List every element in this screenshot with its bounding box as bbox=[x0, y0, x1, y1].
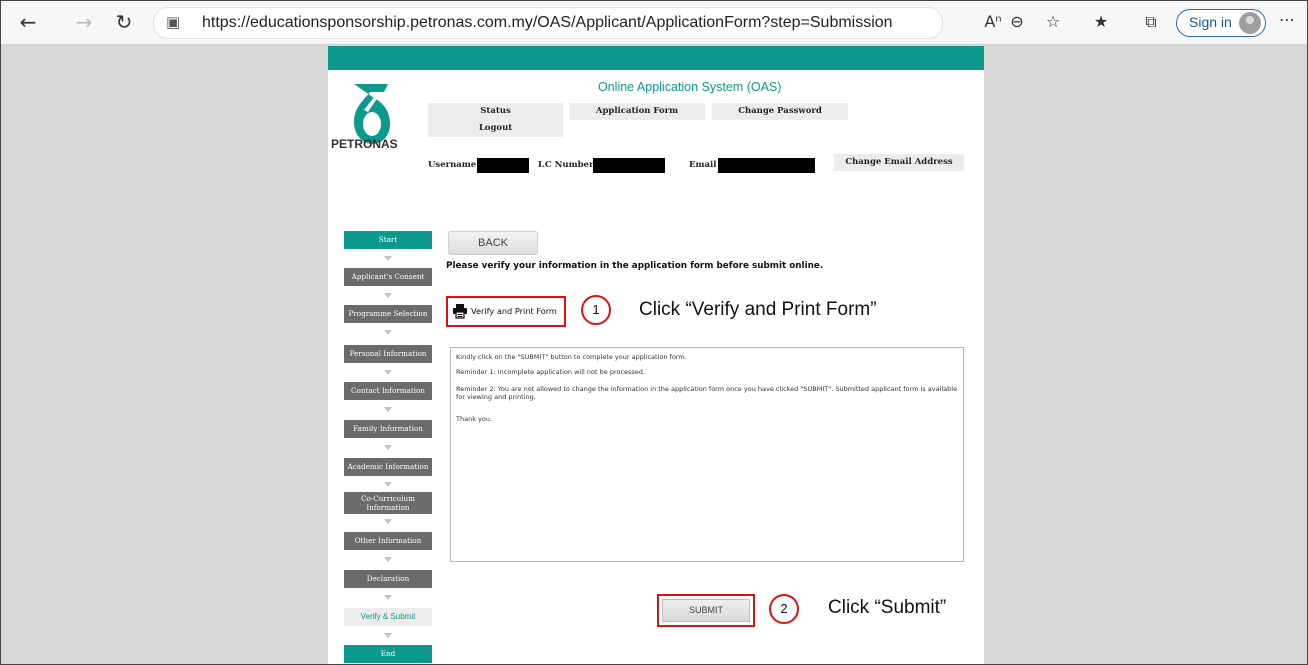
menu-change-password[interactable]: Change Password bbox=[712, 103, 848, 120]
email-redacted bbox=[718, 158, 815, 173]
step-arrow-icon bbox=[384, 407, 392, 412]
step-arrow-icon bbox=[384, 557, 392, 562]
step-arrow-icon bbox=[384, 633, 392, 638]
step-arrow-icon bbox=[384, 370, 392, 375]
step-arrow-icon bbox=[384, 293, 392, 298]
avatar-icon bbox=[1239, 12, 1261, 34]
submission-notice-box: Kindly click on the "SUBMIT" button to c… bbox=[450, 347, 964, 562]
sign-in-button[interactable]: Sign in bbox=[1176, 9, 1266, 37]
username-label: Username : bbox=[428, 160, 483, 170]
screenshot-frame: ← → ↻ ▣ https://educationsponsorship.pet… bbox=[0, 0, 1308, 665]
step-personal-information[interactable]: Personal Information bbox=[344, 345, 432, 363]
step-other-information[interactable]: Other Information bbox=[344, 532, 432, 550]
favorites-icon[interactable]: ★ bbox=[1089, 10, 1113, 34]
submit-button[interactable]: SUBMIT bbox=[662, 599, 750, 622]
step-declaration[interactable]: Declaration bbox=[344, 570, 432, 588]
verify-and-print-form-label: Verify and Print Form bbox=[471, 306, 557, 316]
annotation-step-2-circle: 2 bbox=[769, 594, 799, 624]
step-family-information[interactable]: Family Information bbox=[344, 420, 432, 438]
system-title: Online Application System (OAS) bbox=[598, 80, 782, 94]
annotation-highlight-box: SUBMIT bbox=[657, 594, 755, 627]
step-label-line: Co-Curriculum bbox=[361, 494, 415, 503]
annotation-step-2-text: Click “Submit” bbox=[828, 597, 947, 618]
step-label-line: Information bbox=[366, 503, 410, 512]
change-email-button[interactable]: Change Email Address bbox=[834, 154, 964, 171]
ic-number-redacted bbox=[593, 158, 665, 173]
notice-line: Kindly click on the "SUBMIT" button to c… bbox=[456, 353, 687, 361]
menu-application-form[interactable]: Application Form bbox=[569, 103, 705, 120]
username-redacted bbox=[477, 158, 529, 173]
printer-icon bbox=[453, 304, 467, 319]
step-programme-selection[interactable]: Programme Selection bbox=[344, 305, 432, 323]
header-bar bbox=[328, 46, 984, 70]
menu-logout[interactable]: Logout bbox=[428, 120, 563, 137]
back-arrow-icon[interactable]: ← bbox=[15, 9, 41, 35]
step-start[interactable]: Start bbox=[344, 231, 432, 249]
page-info-icon[interactable]: ▣ bbox=[166, 13, 180, 31]
collections-icon[interactable]: ⧉ bbox=[1139, 10, 1163, 34]
notice-line: Reminder 2: You are not allowed to chang… bbox=[456, 385, 958, 401]
add-favorite-icon[interactable]: ☆ bbox=[1041, 10, 1065, 34]
address-bar[interactable]: ▣ https://educationsponsorship.petronas.… bbox=[153, 7, 943, 39]
zoom-icon[interactable]: ⊖ bbox=[1005, 10, 1029, 34]
step-end[interactable]: End bbox=[344, 645, 432, 663]
notice-line: Thank you. bbox=[456, 415, 493, 423]
step-verify-submit[interactable]: Verify & Submit bbox=[344, 608, 432, 626]
back-button[interactable]: BACK bbox=[448, 231, 538, 255]
ic-number-label: I.C Number : bbox=[538, 160, 600, 170]
browser-toolbar: ← → ↻ ▣ https://educationsponsorship.pet… bbox=[1, 1, 1307, 45]
step-co-curriculum-information[interactable]: Co-Curriculum Information bbox=[344, 492, 432, 514]
step-arrow-icon bbox=[384, 445, 392, 450]
more-menu-icon[interactable]: ⋯ bbox=[1279, 10, 1295, 29]
step-arrow-icon bbox=[384, 256, 392, 261]
refresh-icon[interactable]: ↻ bbox=[111, 9, 137, 35]
step-arrow-icon bbox=[384, 330, 392, 335]
step-contact-information[interactable]: Contact Information bbox=[344, 382, 432, 400]
annotation-step-1-text: Click “Verify and Print Form” bbox=[639, 299, 877, 320]
step-arrow-icon bbox=[384, 482, 392, 487]
step-academic-information[interactable]: Academic Information bbox=[344, 458, 432, 476]
verify-instruction: Please verify your information in the ap… bbox=[446, 261, 824, 271]
step-arrow-icon bbox=[384, 519, 392, 524]
page-content: PETRONAS Online Application System (OAS)… bbox=[328, 46, 984, 664]
address-url[interactable]: https://educationsponsorship.petronas.co… bbox=[202, 14, 893, 32]
step-arrow-icon bbox=[384, 595, 392, 600]
step-applicants-consent[interactable]: Applicant's Consent bbox=[344, 268, 432, 286]
annotation-step-1-circle: 1 bbox=[581, 295, 611, 325]
read-aloud-icon[interactable]: Aⁿ bbox=[981, 10, 1005, 34]
forward-arrow-icon[interactable]: → bbox=[71, 9, 97, 35]
sign-in-label: Sign in bbox=[1189, 14, 1232, 30]
notice-line: Reminder 1: Incomplete application will … bbox=[456, 368, 645, 376]
menu-status[interactable]: Status bbox=[428, 103, 563, 120]
verify-and-print-form-button[interactable]: Verify and Print Form bbox=[448, 298, 564, 325]
annotation-highlight-box: Verify and Print Form bbox=[446, 296, 566, 327]
logo-text: PETRONAS bbox=[331, 137, 398, 151]
